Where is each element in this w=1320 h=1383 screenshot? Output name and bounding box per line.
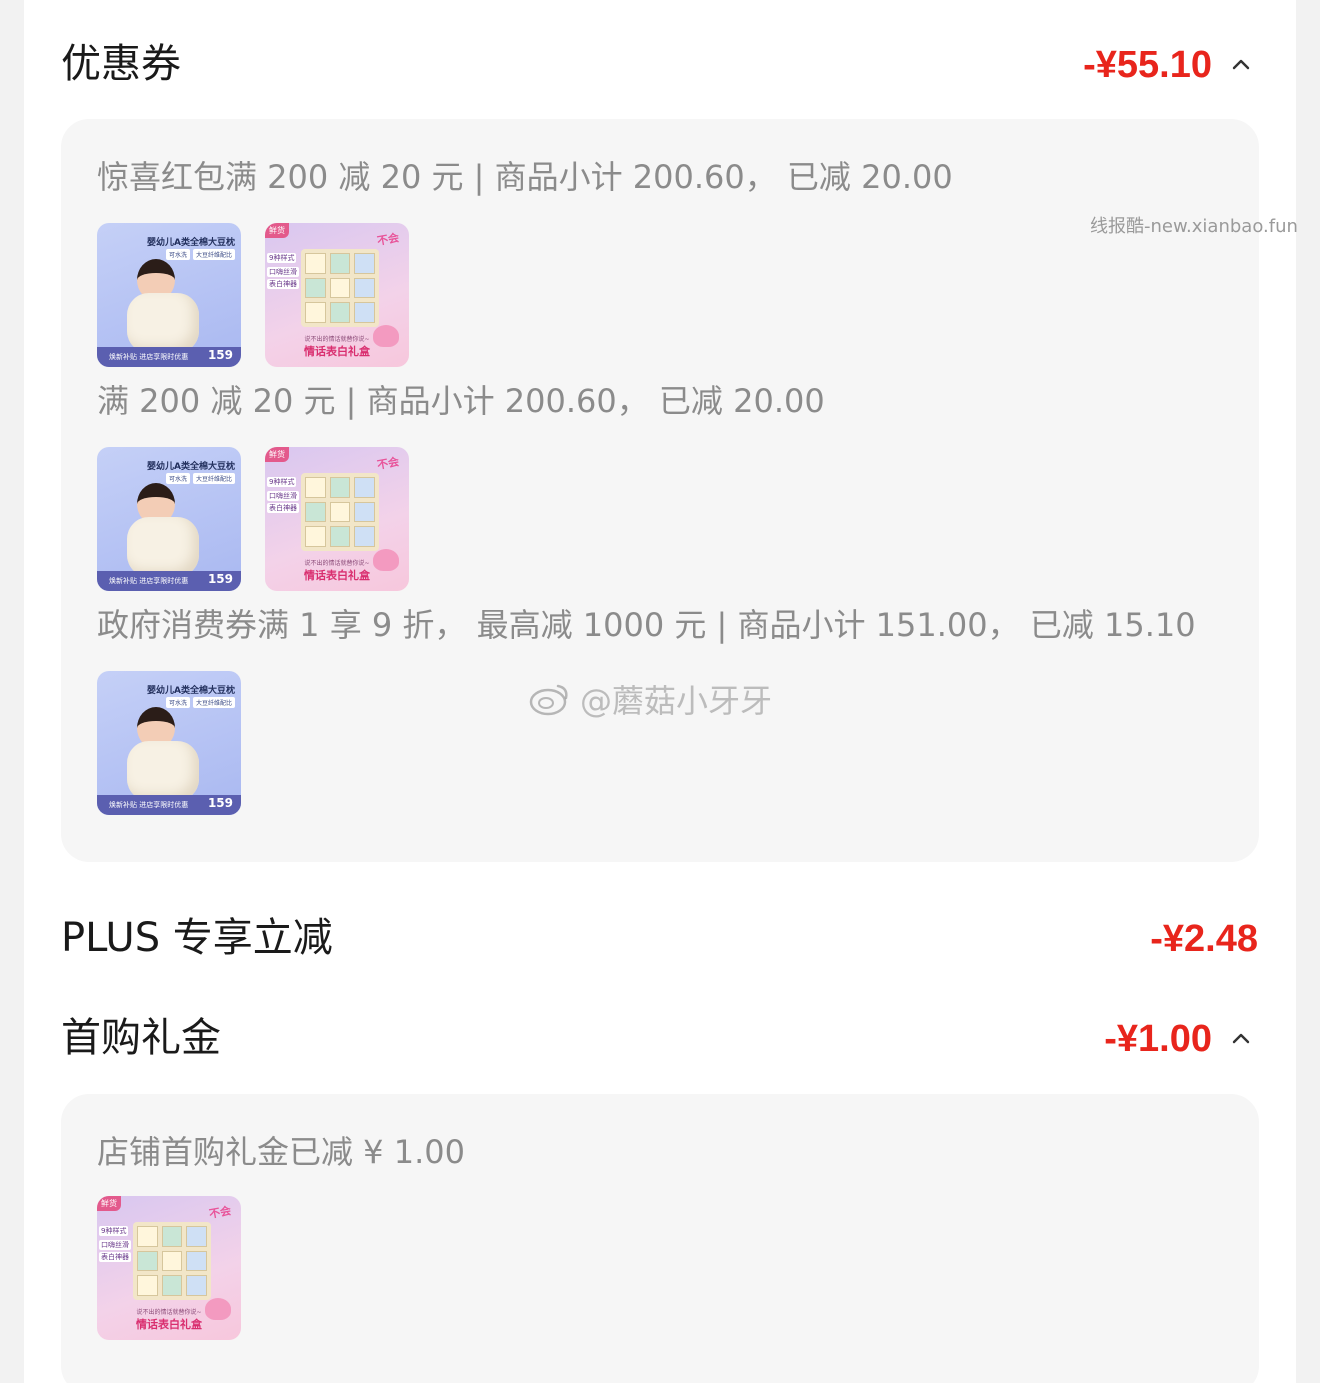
product-footer: 情话表白礼盒 [304, 345, 370, 358]
product-thumbnail-pillow[interactable]: 婴幼儿A类全棉大豆枕 可水洗 大豆纤维配比 焕新补贴 进店享限时优惠 159 [97, 447, 241, 591]
first-purchase-details-panel: 店铺首购礼金已减 ¥ 1.00 鲜货 不会 9种样式 口嗨丝滑 表白神器 说不出… [61, 1094, 1259, 1383]
product-tag: 表白神器 [267, 503, 299, 513]
product-tag: 可水洗 [165, 473, 190, 484]
product-brand: 鲜货 [265, 223, 289, 238]
product-tag: 9种样式 [267, 477, 297, 487]
first-purchase-entry-text: 店铺首购礼金已减 ¥ 1.00 [97, 1133, 465, 1171]
product-price: 159 [207, 572, 233, 586]
product-tag: 9种样式 [99, 1226, 129, 1236]
site-watermark: 线报酷-new.xianbao.fun [1090, 216, 1298, 237]
product-title: 婴幼儿A类全棉大豆枕 [147, 462, 235, 472]
weibo-watermark: @蘑菇小牙牙 [528, 676, 772, 722]
coupon-details-panel: 惊喜红包满 200 减 20 元 | 商品小计 200.60， 已减 20.00… [61, 119, 1259, 862]
product-thumbnail-pillow[interactable]: 婴幼儿A类全棉大豆枕 可水洗 大豆纤维配比 焕新补贴 进店享限时优惠 159 [97, 671, 241, 815]
coupon-section-title: 优惠券 [61, 41, 181, 87]
pillow-image [127, 741, 199, 801]
product-subtitle: 说不出的情话就替你说~ [136, 1309, 202, 1316]
product-title: 婴幼儿A类全棉大豆枕 [147, 686, 235, 696]
product-tag: 可水洗 [165, 249, 190, 260]
product-promo: 焕新补贴 进店享限时优惠 [109, 577, 189, 585]
product-subtitle: 说不出的情话就替你说~ [304, 560, 370, 567]
product-thumbnail-gift[interactable]: 鲜货 不会 9种样式 口嗨丝滑 表白神器 说不出的情话就替你说~ 情话表白礼盒 [265, 447, 409, 591]
plus-section-title: PLUS 专享立减 [61, 915, 333, 961]
product-thumbnail-gift[interactable]: 鲜货 不会 9种样式 口嗨丝滑 表白神器 说不出的情话就替你说~ 情话表白礼盒 [97, 1196, 241, 1340]
product-tag: 9种样式 [267, 253, 297, 263]
product-thumbnail-pillow[interactable]: 婴幼儿A类全棉大豆枕 可水洗 大豆纤维配比 焕新补贴 进店享限时优惠 159 [97, 223, 241, 367]
product-title: 婴幼儿A类全棉大豆枕 [147, 238, 235, 248]
weibo-logo-icon [529, 684, 568, 716]
product-footer: 情话表白礼盒 [304, 569, 370, 582]
pillow-image [127, 517, 199, 577]
product-tag: 可水洗 [165, 697, 190, 708]
gift-grid-image [301, 249, 379, 327]
product-price: 159 [207, 348, 233, 362]
product-brand: 鲜货 [97, 1196, 121, 1211]
product-tag: 大豆纤维配比 [192, 697, 235, 708]
product-price: 159 [207, 796, 233, 810]
product-badge: 不会 [376, 231, 401, 248]
product-footer: 情话表白礼盒 [136, 1318, 202, 1331]
product-tag: 表白神器 [267, 279, 299, 289]
coupon-entry-text: 满 200 减 20 元 | 商品小计 200.60， 已减 20.00 [97, 382, 825, 420]
product-tag: 口嗨丝滑 [267, 267, 299, 277]
product-tag: 口嗨丝滑 [99, 1240, 131, 1250]
product-badge: 不会 [376, 455, 401, 472]
chevron-up-icon[interactable] [1232, 56, 1250, 74]
product-thumbnail-gift[interactable]: 鲜货 不会 9种样式 口嗨丝滑 表白神器 说不出的情话就替你说~ 情话表白礼盒 [265, 223, 409, 367]
product-tag: 大豆纤维配比 [192, 249, 235, 260]
product-brand: 鲜货 [265, 447, 289, 462]
product-tag: 口嗨丝滑 [267, 491, 299, 501]
coupon-entry-text: 惊喜红包满 200 减 20 元 | 商品小计 200.60， 已减 20.00 [97, 158, 953, 196]
coupon-amount: -¥55.10 [1083, 44, 1212, 86]
chevron-up-icon[interactable] [1232, 1030, 1250, 1048]
first-purchase-amount: -¥1.00 [1104, 1018, 1212, 1060]
pillow-image [127, 293, 199, 353]
product-badge: 不会 [208, 1204, 233, 1221]
product-promo: 焕新补贴 进店享限时优惠 [109, 353, 189, 361]
weibo-watermark-text: @蘑菇小牙牙 [580, 682, 773, 720]
gift-grid-image [301, 473, 379, 551]
gift-grid-image [133, 1222, 211, 1300]
product-tag: 表白神器 [99, 1252, 131, 1262]
first-purchase-section-title: 首购礼金 [61, 1015, 221, 1061]
product-subtitle: 说不出的情话就替你说~ [304, 336, 370, 343]
product-promo: 焕新补贴 进店享限时优惠 [109, 801, 189, 809]
plus-amount: -¥2.48 [1150, 918, 1258, 960]
product-tag: 大豆纤维配比 [192, 473, 235, 484]
coupon-entry-text: 政府消费券满 1 享 9 折， 最高减 1000 元 | 商品小计 151.00… [97, 606, 1196, 644]
